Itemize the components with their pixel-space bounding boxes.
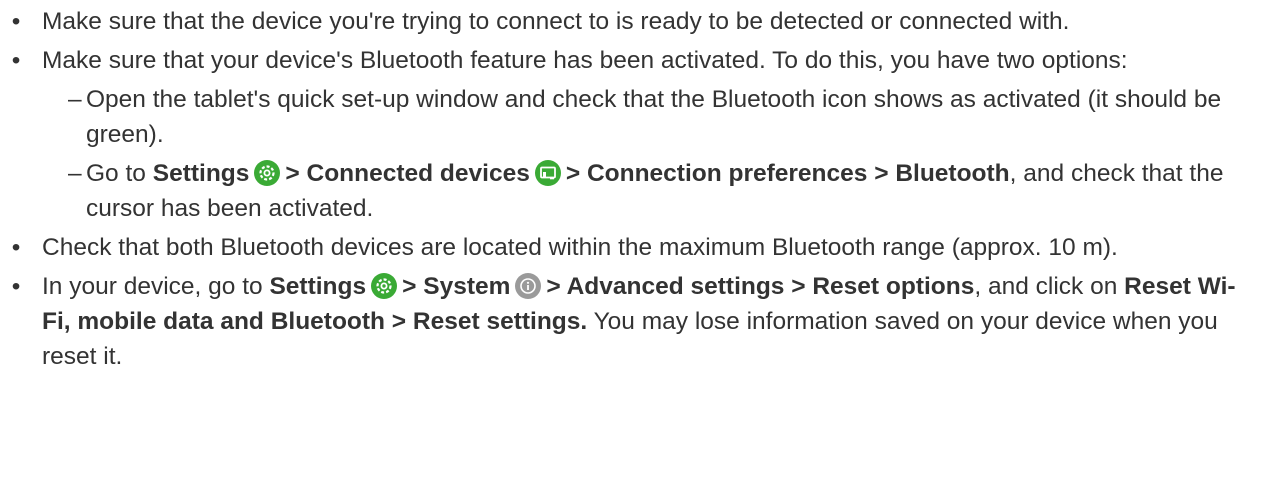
gear-icon	[253, 159, 281, 187]
dash: –	[68, 160, 82, 187]
system-label: > System	[402, 273, 511, 300]
bullet: •	[11, 234, 21, 261]
bullet: •	[11, 47, 21, 74]
list-item: • Make sure that your device's Bluetooth…	[0, 43, 1286, 78]
bullet: •	[11, 273, 21, 300]
sub-item: – Go to Settings > Connected devices > C…	[0, 156, 1286, 226]
list-item: • Check that both Bluetooth devices are …	[0, 230, 1286, 265]
bullet: •	[11, 8, 21, 35]
item-text: Check that both Bluetooth devices are lo…	[42, 234, 1118, 261]
info-icon	[514, 272, 542, 300]
sub-item-text: Open the tablet's quick set-up window an…	[86, 86, 1222, 148]
settings-label: Settings	[269, 273, 367, 300]
item-text: Make sure that the device you're trying …	[42, 8, 1070, 35]
sub-item: – Open the tablet's quick set-up window …	[0, 82, 1286, 152]
list-item: • In your device, go to Settings > Syste…	[0, 269, 1286, 374]
gear-icon	[370, 272, 398, 300]
connection-preferences-label: > Connection preferences > Bluetooth	[565, 160, 1010, 187]
sub-item-prefix: Go to	[86, 160, 146, 187]
list-item: • Make sure that the device you're tryin…	[0, 4, 1286, 39]
reset-path-label: > Advanced settings > Reset options	[546, 273, 975, 300]
item-mid: , and click on	[974, 273, 1118, 300]
troubleshooting-list: • Make sure that the device you're tryin…	[0, 4, 1286, 378]
item-text: Make sure that your device's Bluetooth f…	[42, 47, 1128, 74]
item-prefix: In your device, go to	[42, 273, 263, 300]
settings-label: Settings	[152, 160, 250, 187]
dash: –	[68, 86, 82, 113]
connected-devices-icon	[534, 159, 562, 187]
connected-devices-label: > Connected devices	[285, 160, 530, 187]
